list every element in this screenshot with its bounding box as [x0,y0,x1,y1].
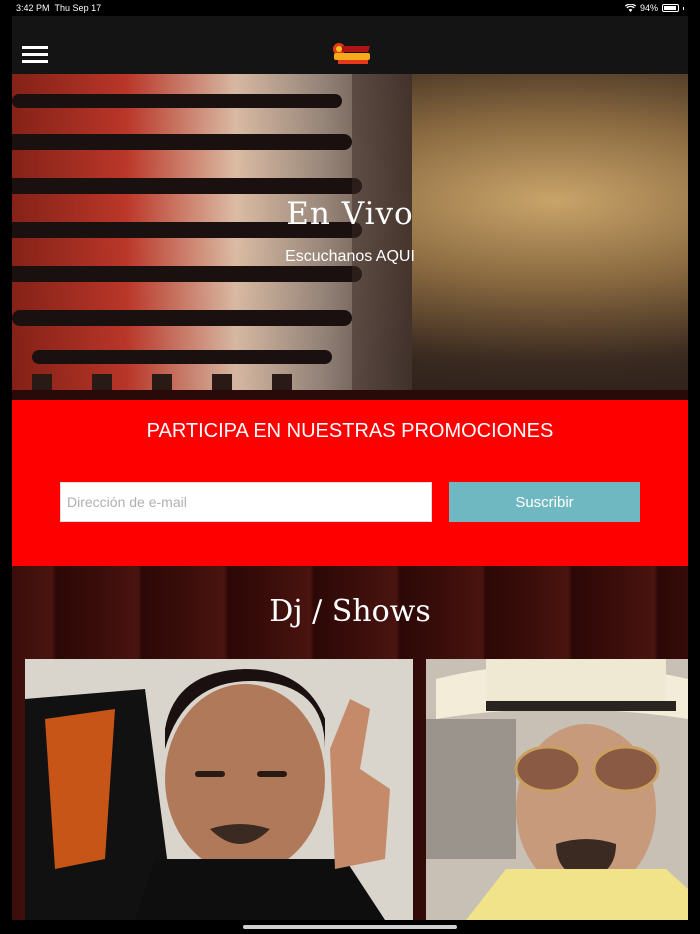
battery-percent: 94% [639,3,658,13]
hero-subtitle[interactable]: Escuchanos AQUI [12,248,688,266]
hero-title: En Vivo [286,196,414,232]
dj-photo-1 [25,659,413,920]
dj-shows-section: Dj / Shows [12,566,688,920]
live-hero-banner[interactable]: En Vivo Escuchanos AQUI [12,74,688,390]
dj-card-1[interactable] [25,659,413,920]
status-date-text: Thu Sep 17 [54,3,102,13]
home-indicator[interactable] [243,925,457,929]
app-frame: En Vivo Escuchanos AQUI PARTICIPA EN NUE… [12,16,688,920]
la-patrona-logo[interactable] [330,40,374,66]
status-time-text: 3:42 PM [16,3,50,13]
promo-section: PARTICIPA EN NUESTRAS PROMOCIONES Suscri… [12,400,688,566]
battery-tip [683,6,684,10]
dj-card-2[interactable] [426,659,688,920]
wifi-icon [624,4,636,12]
status-bar: 3:42 PM Thu Sep 17 94% [0,0,700,16]
dj-photo-2 [426,659,688,920]
status-right: 94% [624,3,684,13]
subscribe-button[interactable]: Suscribir [449,482,640,522]
email-field[interactable] [60,482,432,522]
battery-icon [662,4,679,12]
dj-shows-title: Dj / Shows [269,594,431,629]
microphone-image [12,74,412,390]
status-time: 3:42 PM Thu Sep 17 [16,3,101,13]
promo-title: PARTICIPA EN NUESTRAS PROMOCIONES [146,420,554,442]
app-header [12,16,688,74]
hamburger-menu-icon[interactable] [22,46,48,64]
